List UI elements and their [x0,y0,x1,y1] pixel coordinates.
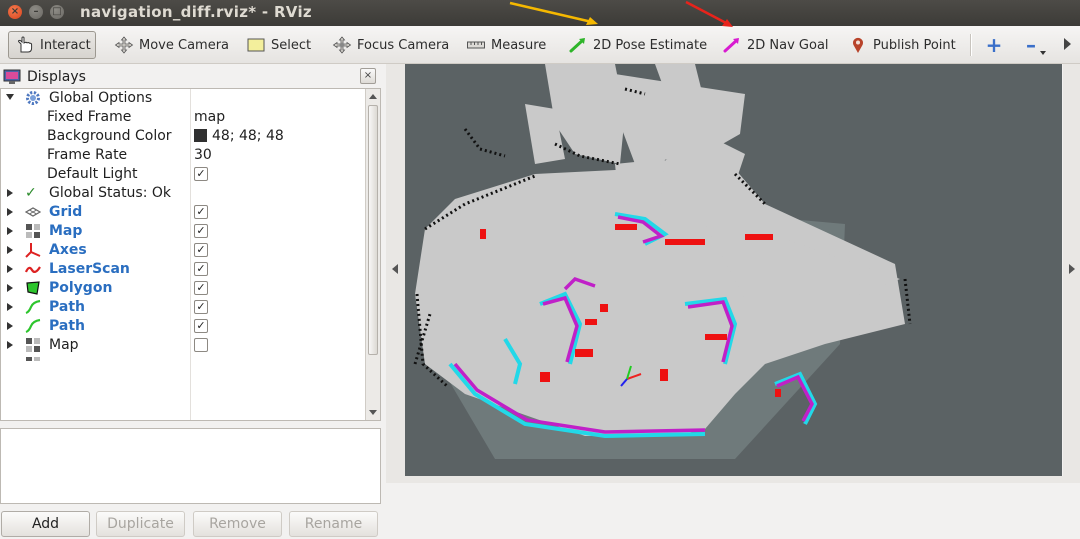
remove-display-button[interactable]: Remove [193,511,282,537]
duplicate-display-button[interactable]: Duplicate [96,511,185,537]
rename-display-button[interactable]: Rename [289,511,378,537]
rviz-window: × – □ navigation_diff.rviz* - RViz Inter… [0,0,1080,537]
orange-annotation-arrow [509,1,598,25]
red-annotation-arrow [685,0,733,27]
displays-button-bar: Add Duplicate Remove Rename [0,511,383,539]
annotation-arrows-overlay [509,0,733,27]
add-display-button[interactable]: Add [1,511,90,537]
